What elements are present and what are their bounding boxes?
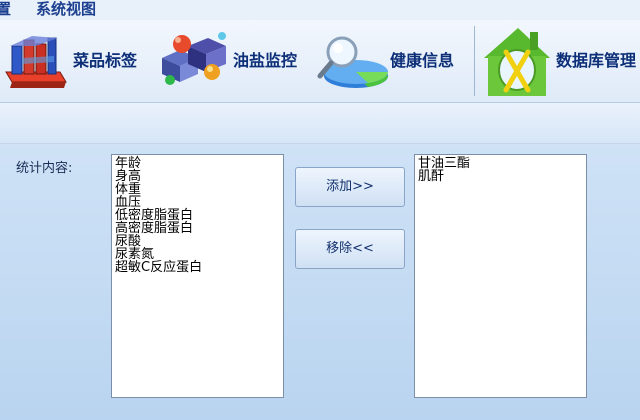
menu-item-system-view[interactable]: 系统视图: [36, 0, 96, 20]
list-item[interactable]: 肌酐: [418, 170, 583, 183]
database-management-button-label: 数据库管理: [556, 51, 637, 70]
meal-label-button-label: 菜品标签: [73, 51, 138, 70]
statistics-panel: 统计内容: 年龄 身高 体重 血压 低密度脂蛋白 高密度脂蛋白 尿酸 尿素氮 超敏C反应蛋白 添…: [0, 144, 640, 420]
toolbar-separator: [474, 26, 475, 96]
toolbar: 菜品标签 油盐监控 健康信息 数据库管理: [0, 20, 640, 103]
meal-tray-icon: [5, 36, 67, 88]
list-item[interactable]: 超敏C反应蛋白: [115, 261, 280, 274]
selected-items-list[interactable]: 甘油三酯 肌酐: [414, 154, 587, 398]
database-house-icon: [484, 28, 550, 96]
meal-label-button[interactable]: 菜品标签: [0, 20, 152, 102]
section-header: [0, 103, 640, 144]
magnifier-chart-icon: [317, 36, 388, 88]
menu-item-settings[interactable]: 置: [0, 0, 11, 20]
oil-salt-monitor-button[interactable]: 油盐监控: [156, 20, 308, 102]
oil-salt-monitor-button-label: 油盐监控: [233, 51, 298, 70]
cubes-icon: [162, 32, 226, 85]
health-info-button[interactable]: 健康信息: [312, 20, 470, 102]
add-button[interactable]: 添加>>: [295, 167, 405, 207]
menu-bar: 置 系统视图: [0, 0, 640, 20]
database-management-button[interactable]: 数据库管理: [480, 20, 640, 102]
stat-content-label: 统计内容:: [16, 161, 73, 176]
health-info-button-label: 健康信息: [390, 51, 455, 70]
available-items-list[interactable]: 年龄 身高 体重 血压 低密度脂蛋白 高密度脂蛋白 尿酸 尿素氮 超敏C反应蛋白: [111, 154, 284, 398]
remove-button[interactable]: 移除<<: [295, 229, 405, 269]
